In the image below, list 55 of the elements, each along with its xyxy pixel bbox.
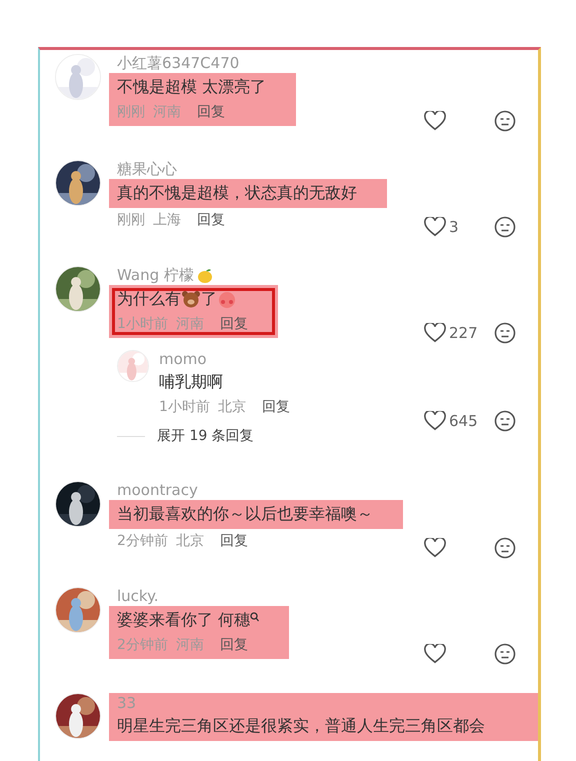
comment-time: 1小时前 <box>159 398 210 417</box>
comment-location: 河南 <box>176 636 204 655</box>
avatar[interactable] <box>55 266 101 312</box>
avatar[interactable] <box>55 693 101 739</box>
text: 糖果心心 <box>117 160 177 179</box>
text: moontracy <box>117 481 198 500</box>
lemon-icon <box>196 266 214 284</box>
dislike-face-button[interactable] <box>494 216 516 238</box>
heart-icon <box>424 323 446 343</box>
avatar[interactable] <box>55 160 101 206</box>
text: 了 <box>201 288 217 310</box>
text: 明星生完三角区还是很紧实，普通人生完三角区都会 <box>117 715 485 737</box>
avatar[interactable] <box>55 481 101 527</box>
comment-time: 刚刚 <box>117 211 145 230</box>
dislike-face-button[interactable] <box>494 110 516 132</box>
heart-icon <box>424 411 446 431</box>
dislike-face-button[interactable] <box>494 410 516 432</box>
dislike-face-button[interactable] <box>494 322 516 344</box>
text: 当初最喜欢的你～以后也要幸福噢～ <box>117 503 373 525</box>
comment-time: 2分钟前 <box>117 636 168 655</box>
text: Wang 柠檬 <box>117 266 194 285</box>
text: 小红薯6347C470 <box>117 54 240 73</box>
heart-icon <box>424 644 446 664</box>
text: 婆婆来看你了 何穗 <box>117 609 250 631</box>
bear-icon <box>181 290 201 308</box>
like-button[interactable]: 3 <box>424 217 494 237</box>
text: 33 <box>117 694 136 713</box>
reply-link[interactable]: 回复 <box>220 633 248 657</box>
comment-time: 刚刚 <box>117 103 145 122</box>
reply-link[interactable]: 回复 <box>197 208 225 232</box>
like-button[interactable]: 227 <box>424 323 494 343</box>
dislike-face-button[interactable] <box>494 643 516 665</box>
blushing-face-icon <box>217 289 237 309</box>
reply-link[interactable]: 回复 <box>197 100 225 124</box>
text: 为什么有 <box>117 288 181 310</box>
heart-icon <box>424 538 446 558</box>
comment-location: 河南 <box>176 315 204 334</box>
text: 不愧是超模 太漂亮了 <box>117 76 266 98</box>
text: lucky. <box>117 587 159 606</box>
dislike-face-button[interactable] <box>494 537 516 559</box>
heart-icon <box>424 217 446 237</box>
comment-location: 北京 <box>218 398 246 417</box>
comment-time: 2分钟前 <box>117 532 168 551</box>
reply-link[interactable]: 回复 <box>220 529 248 553</box>
heart-icon <box>424 111 446 131</box>
text: momo <box>159 350 207 369</box>
reply-link[interactable]: 回复 <box>262 395 290 419</box>
comment-time: 1小时前 <box>117 315 168 334</box>
text: 真的不愧是超模，状态真的无敌好 <box>117 182 357 204</box>
search-icon[interactable] <box>250 612 260 622</box>
reply-link[interactable]: 回复 <box>220 312 248 336</box>
comment-location: 北京 <box>176 532 204 551</box>
comment-location: 上海 <box>153 211 181 230</box>
text: 哺乳期啊 <box>159 371 223 393</box>
comment-location: 河南 <box>153 103 181 122</box>
